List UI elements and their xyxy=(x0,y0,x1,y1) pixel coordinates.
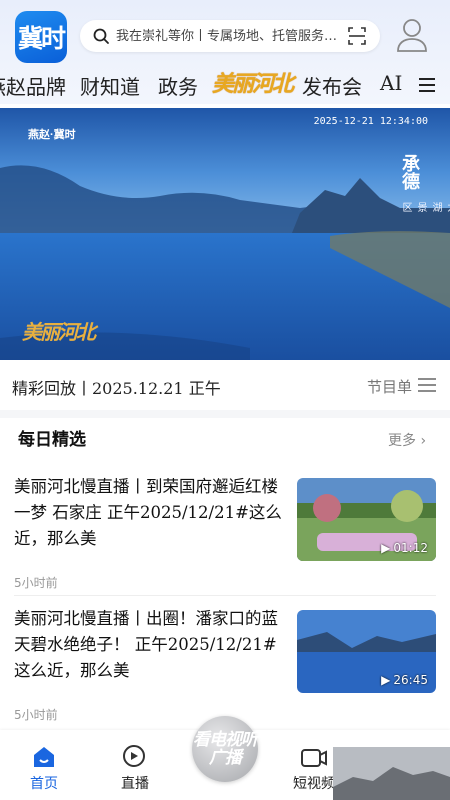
live-video-player[interactable]: 2025-12-21 12:34:00 燕赵·冀时 承德 宽城满族自治县 蟠龙湖… xyxy=(0,108,450,360)
nav-item-yanzhao-brand[interactable]: 燕赵品牌 xyxy=(0,71,66,100)
replay-title[interactable]: 精彩回放丨2025.12.21 正午 xyxy=(12,375,221,399)
channel-badge: 燕赵·冀时 xyxy=(28,129,76,141)
article-card[interactable]: 美丽河北慢直播丨到荣国府邂逅红楼一梦 石家庄 正午2025/12/21#这么近，… xyxy=(0,474,450,604)
channel-nav: 燕赵品牌 财知道 政务 美丽河北 发布会 AI xyxy=(0,66,450,104)
video-duration: ▶ 01:12 xyxy=(381,541,428,555)
article-title: 美丽河北慢直播丨到荣国府邂逅红楼一梦 石家庄 正午2025/12/21#这么近，… xyxy=(14,477,282,548)
scenic-spot-name: 宽城满族自治县 蟠龙湖景区 xyxy=(400,202,450,212)
section-title: 每日精选 xyxy=(18,430,86,450)
floating-mini-player[interactable] xyxy=(333,747,450,800)
article-time: 5小时前 xyxy=(14,708,58,722)
more-link[interactable]: 更多 › xyxy=(388,430,426,450)
video-duration: ▶ 26:45 xyxy=(381,673,428,687)
live-tv-icon xyxy=(123,745,145,767)
nav-item-press[interactable]: 发布会 xyxy=(302,71,362,100)
tv-radio-button[interactable]: 看电视听广播 xyxy=(192,716,258,782)
search-input[interactable] xyxy=(114,27,348,45)
replay-bar: 精彩回放丨2025.12.21 正午 节目单 xyxy=(0,362,450,410)
article-title: 美丽河北慢直播丨出圈！潘家口的蓝天碧水绝绝子！ 正午2025/12/21#这么近… xyxy=(14,609,278,680)
video-camera-icon xyxy=(301,749,327,767)
search-bar[interactable] xyxy=(80,20,380,52)
scan-icon[interactable] xyxy=(348,27,366,45)
schedule-link[interactable]: 节目单 xyxy=(367,376,412,397)
tab-live[interactable]: 直播 xyxy=(105,744,165,793)
city-name: 承德 xyxy=(399,154,420,190)
nav-item-finance[interactable]: 财知道 xyxy=(80,71,140,100)
top-header: 冀时 燕赵品牌 财知道 政务 美丽河北 发布会 AI xyxy=(0,0,450,104)
tab-label: 直播 xyxy=(121,776,149,792)
nav-item-ai[interactable]: AI xyxy=(380,71,402,95)
section-divider xyxy=(0,410,450,418)
app-logo[interactable]: 冀时 xyxy=(15,11,67,63)
schedule-list-icon[interactable] xyxy=(416,374,438,396)
nav-item-beautiful-hebei[interactable]: 美丽河北 xyxy=(212,66,294,98)
nav-item-government[interactable]: 政务 xyxy=(158,71,198,100)
tab-home[interactable]: 首页 xyxy=(14,744,74,793)
search-icon xyxy=(93,28,109,44)
list-separator xyxy=(14,595,436,596)
live-timestamp: 2025-12-21 12:34:00 xyxy=(313,116,428,127)
article-time: 5小时前 xyxy=(14,576,58,590)
article-thumbnail[interactable]: ▶ 26:45 xyxy=(297,610,436,693)
beautiful-hebei-watermark: 美丽河北 xyxy=(22,320,96,344)
home-icon xyxy=(34,747,54,767)
article-thumbnail[interactable]: ▶ 01:12 xyxy=(297,478,436,561)
user-avatar-icon[interactable] xyxy=(396,17,428,53)
tab-label: 首页 xyxy=(30,776,58,792)
location-caption: 承德 宽城满族自治县 蟠龙湖景区 xyxy=(398,154,450,212)
menu-icon[interactable] xyxy=(418,76,436,94)
